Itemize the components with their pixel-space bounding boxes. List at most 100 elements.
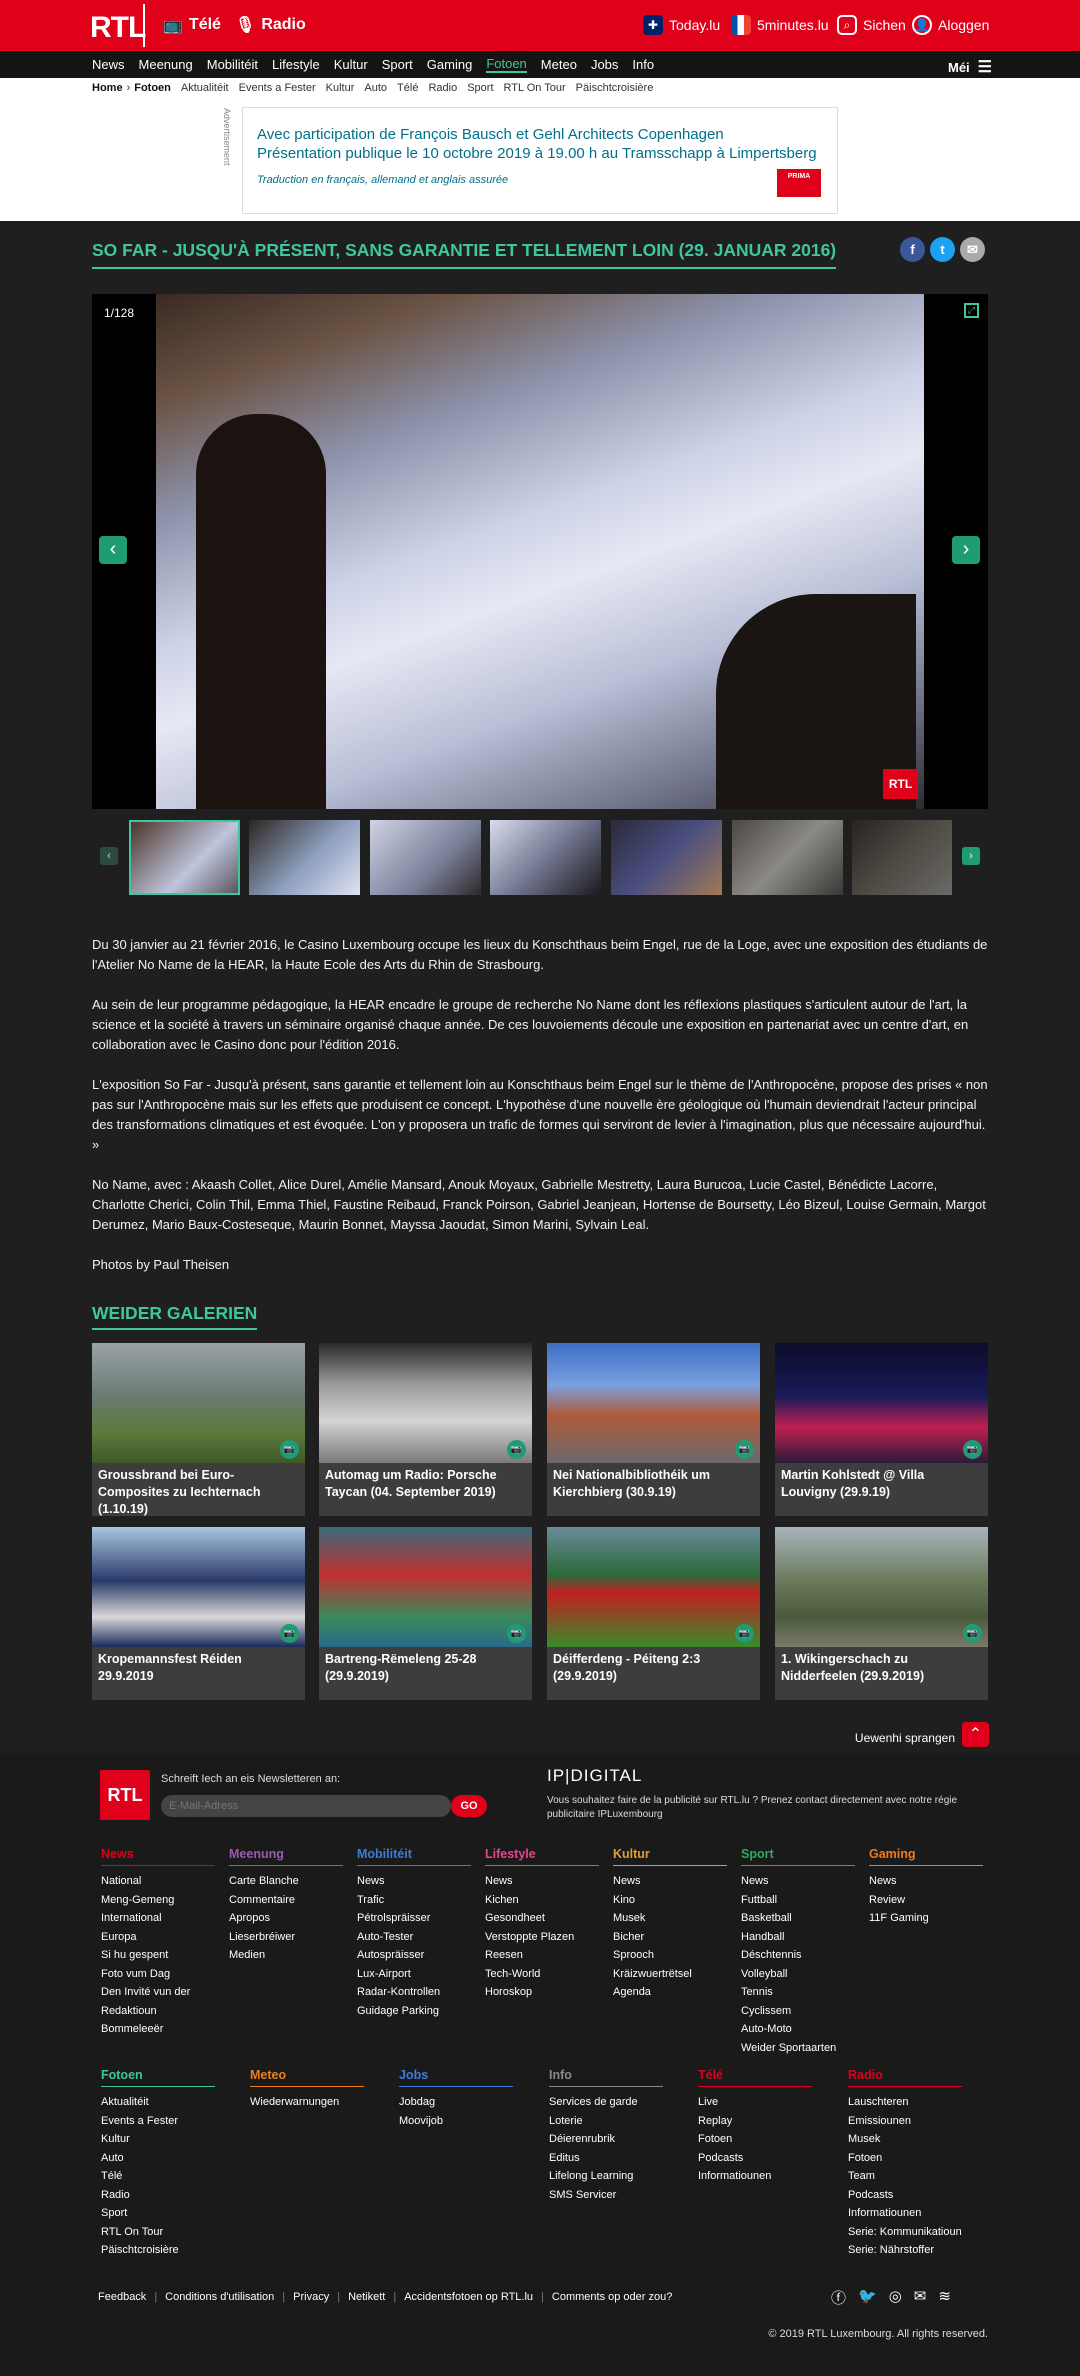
twitter-icon[interactable]: 🐦	[858, 2287, 877, 2308]
footer-column-title[interactable]: Meenung	[229, 1847, 343, 1866]
subnav-item[interactable]: Radio	[428, 82, 457, 94]
footer-link[interactable]: Wiederwarnungen	[250, 2093, 364, 2112]
footer-column-title[interactable]: Lifestyle	[485, 1847, 599, 1866]
footer-link[interactable]: Meng-Gemeng	[101, 1891, 215, 1910]
instagram-icon[interactable]: ◎	[889, 2287, 902, 2308]
today-link[interactable]: ✚ Today.lu	[643, 15, 720, 35]
footer-link[interactable]: Moovijob	[399, 2112, 513, 2131]
footer-column-title[interactable]: Info	[549, 2068, 663, 2087]
footer-link[interactable]: News	[613, 1872, 727, 1891]
accidentsfotoen-link[interactable]: Accidentsfotoen op RTL.lu	[404, 2291, 533, 2303]
footer-link[interactable]: Services de garde	[549, 2093, 663, 2112]
footer-link[interactable]: Pétrolspräisser	[357, 1909, 471, 1928]
login-button[interactable]: 👤 Aloggen	[912, 15, 989, 35]
newsletter-go-button[interactable]: GO	[451, 1795, 487, 1817]
footer-link[interactable]: Volleyball	[741, 1965, 855, 1984]
footer-link[interactable]: Bommeleeër	[101, 2020, 215, 2039]
gallery-card[interactable]: 📷 Martin Kohlstedt @ Villa Louvigny (29.…	[775, 1343, 988, 1516]
nav-jobs[interactable]: Jobs	[591, 57, 618, 72]
footer-column-title[interactable]: Gaming	[869, 1847, 983, 1866]
footer-link[interactable]: Podcasts	[848, 2186, 962, 2205]
netikett-link[interactable]: Netikett	[348, 2291, 385, 2303]
footer-link[interactable]: Podcasts	[698, 2149, 812, 2168]
nav-gaming[interactable]: Gaming	[427, 57, 473, 72]
gallery-card[interactable]: 📷 Automag um Radio: Porsche Taycan (04. …	[319, 1343, 532, 1516]
footer-link[interactable]: Verstoppte Plazen	[485, 1928, 599, 1947]
footer-column-title[interactable]: Mobilitéit	[357, 1847, 471, 1866]
search-button[interactable]: ⌕ Sichen	[837, 15, 906, 35]
advertisement-banner[interactable]: Avec participation de François Bausch et…	[242, 107, 838, 214]
footer-link[interactable]: Musek	[848, 2130, 962, 2149]
footer-link[interactable]: Lux-Airport	[357, 1965, 471, 1984]
footer-link[interactable]: Fotoen	[848, 2149, 962, 2168]
nav-meenung[interactable]: Meenung	[139, 57, 193, 72]
subnav-item[interactable]: Auto	[364, 82, 387, 94]
footer-column-title[interactable]: Jobs	[399, 2068, 513, 2087]
tele-link[interactable]: 📺 Télé	[163, 15, 221, 35]
footer-column-title[interactable]: Fotoen	[101, 2068, 215, 2087]
footer-link[interactable]: Review	[869, 1891, 983, 1910]
prev-photo-button[interactable]: ‹	[99, 536, 127, 564]
footer-link[interactable]: Den Invité vun der Redaktioun	[101, 1983, 215, 2020]
footer-link[interactable]: Informatiounen	[848, 2204, 962, 2223]
gallery-card[interactable]: 📷 Kropemannsfest Réiden 29.9.2019	[92, 1527, 305, 1700]
thumbnail[interactable]	[611, 820, 722, 895]
footer-link[interactable]: Päischtcroisière	[101, 2241, 215, 2260]
footer-link[interactable]: Europa	[101, 1928, 215, 1947]
footer-link[interactable]: Live	[698, 2093, 812, 2112]
subnav-item[interactable]: Sport	[467, 82, 493, 94]
footer-link[interactable]: Agenda	[613, 1983, 727, 2002]
footer-link[interactable]: Weider Sportaarten	[741, 2039, 855, 2058]
gallery-card[interactable]: 📷 Nei Nationalbibliothéik um Kierchbierg…	[547, 1343, 760, 1516]
footer-link[interactable]: Télé	[101, 2167, 215, 2186]
footer-link[interactable]: Team	[848, 2167, 962, 2186]
subnav-item[interactable]: RTL On Tour	[504, 82, 566, 94]
footer-column-title[interactable]: Kultur	[613, 1847, 727, 1866]
rtl-logo[interactable]: RTL	[90, 11, 146, 45]
footer-link[interactable]: Carte Blanche	[229, 1872, 343, 1891]
footer-link[interactable]: Trafic	[357, 1891, 471, 1910]
gallery-card[interactable]: 📷 Groussbrand bei Euro-Composites zu Iec…	[92, 1343, 305, 1516]
footer-link[interactable]: Guidage Parking	[357, 2002, 471, 2021]
nav-news[interactable]: News	[92, 57, 125, 72]
footer-link[interactable]: Futtball	[741, 1891, 855, 1910]
footer-link[interactable]: Si hu gespent	[101, 1946, 215, 1965]
footer-link[interactable]: Basketball	[741, 1909, 855, 1928]
footer-link[interactable]: International	[101, 1909, 215, 1928]
footer-link[interactable]: Auto	[101, 2149, 215, 2168]
mail-share-button[interactable]: ✉	[960, 237, 985, 262]
nav-sport[interactable]: Sport	[382, 57, 413, 72]
footer-link[interactable]: News	[741, 1872, 855, 1891]
footer-link[interactable]: Auto-Tester	[357, 1928, 471, 1947]
footer-link[interactable]: Jobdag	[399, 2093, 513, 2112]
footer-link[interactable]: Serie: Nährstoffer	[848, 2241, 962, 2260]
footer-link[interactable]: Emissiounen	[848, 2112, 962, 2131]
footer-link[interactable]: Sprooch	[613, 1946, 727, 1965]
subnav-item[interactable]: Aktualitéit	[181, 82, 229, 94]
rss-icon[interactable]: ≋	[938, 2287, 951, 2308]
footer-link[interactable]: 11F Gaming	[869, 1909, 983, 1928]
footer-link[interactable]: Autospräisser	[357, 1946, 471, 1965]
breadcrumb-current[interactable]: Fotoen	[134, 82, 171, 94]
footer-column-title[interactable]: Télé	[698, 2068, 812, 2087]
subnav-item[interactable]: Events a Fester	[239, 82, 316, 94]
footer-link[interactable]: Lieserbréiwer	[229, 1928, 343, 1947]
gallery-card[interactable]: 📷 1. Wikingerschach zu Nidderfeelen (29.…	[775, 1527, 988, 1700]
more-menu-button[interactable]: Méi ☰	[948, 57, 992, 77]
footer-link[interactable]: Events a Fester	[101, 2112, 215, 2131]
thumbnail[interactable]	[249, 820, 360, 895]
nav-meteo[interactable]: Meteo	[541, 57, 577, 72]
facebook-icon[interactable]: ⓕ	[831, 2287, 846, 2308]
subnav-item[interactable]: Päischtcroisière	[576, 82, 654, 94]
footer-link[interactable]: Musek	[613, 1909, 727, 1928]
footer-column-title[interactable]: Sport	[741, 1847, 855, 1866]
nav-mobiliteit[interactable]: Mobilitéit	[207, 57, 258, 72]
twitter-share-button[interactable]: t	[930, 237, 955, 262]
radio-link[interactable]: 🎙 Radio	[235, 15, 306, 35]
nav-fotoen[interactable]: Fotoen	[486, 56, 527, 73]
thumbnail[interactable]	[732, 820, 843, 895]
fiveminutes-link[interactable]: 5minutes.lu	[731, 15, 829, 35]
footer-link[interactable]: Medien	[229, 1946, 343, 1965]
footer-link[interactable]: Auto-Moto	[741, 2020, 855, 2039]
footer-link[interactable]: News	[357, 1872, 471, 1891]
